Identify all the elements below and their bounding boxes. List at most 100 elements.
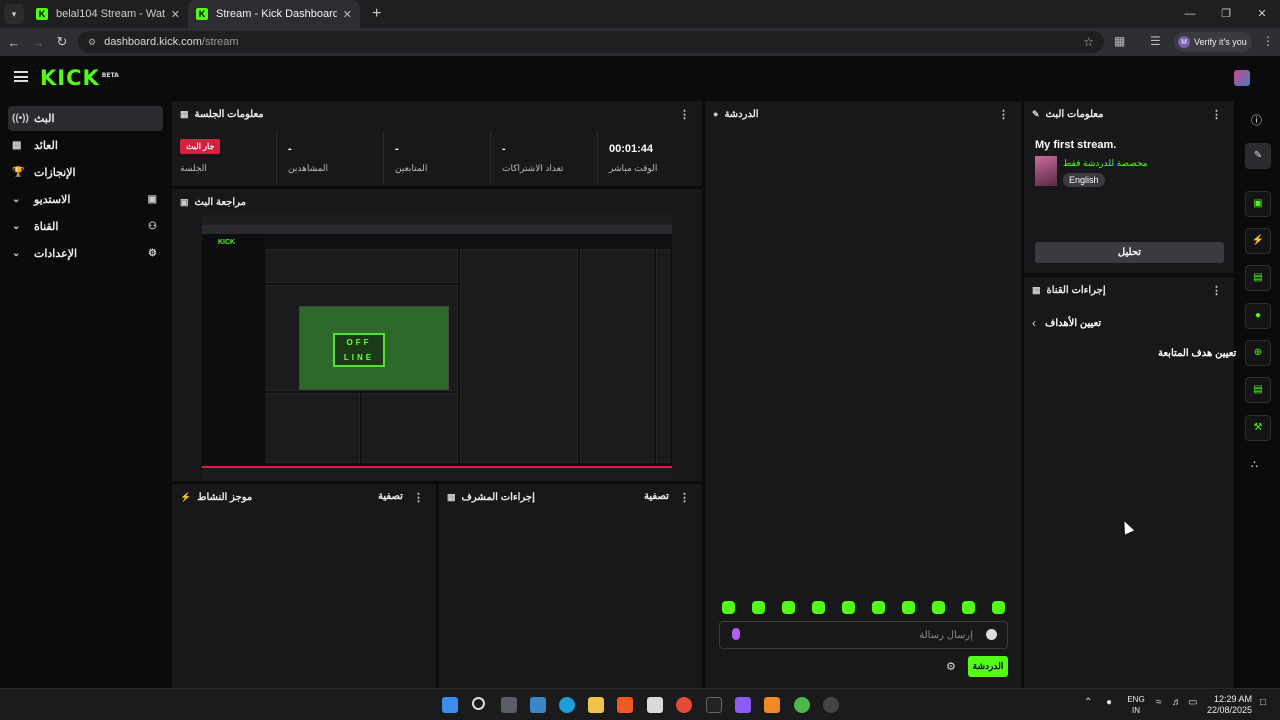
back-icon[interactable]: ← bbox=[2, 35, 26, 50]
restore-icon[interactable]: ❐ bbox=[1208, 0, 1244, 28]
viewers-stat: - المشاهدين bbox=[278, 131, 384, 185]
bookmark-star-icon[interactable]: ☆ bbox=[1083, 35, 1094, 49]
tab-kick-dashboard[interactable]: K Stream - Kick Dashboard ✕ bbox=[188, 0, 360, 28]
task-view-icon[interactable] bbox=[501, 697, 517, 713]
sidebar-item-settings[interactable]: ⌄ الإعدادات ⚙ bbox=[8, 241, 163, 266]
set-goals-header[interactable]: تعيين الأهداف bbox=[1045, 318, 1101, 329]
emote-icon[interactable] bbox=[962, 601, 975, 614]
close-tab-icon[interactable]: ✕ bbox=[171, 8, 180, 21]
sidebar-item-achievements[interactable]: 🏆 الإنجازات bbox=[8, 160, 163, 185]
chat-settings-icon[interactable]: ⚙ bbox=[946, 660, 956, 673]
sidebar-item-studio[interactable]: ⌄ الاستديو ▣ bbox=[8, 187, 163, 212]
broadcast-icon[interactable]: ⊕ bbox=[1245, 340, 1271, 366]
store-icon[interactable] bbox=[647, 697, 663, 713]
panel-menu-icon[interactable]: ⋮ bbox=[679, 491, 690, 504]
preview-offline-sign: OFF LINE bbox=[333, 333, 385, 367]
emote-icon[interactable] bbox=[992, 601, 1005, 614]
app-a-icon[interactable] bbox=[764, 697, 780, 713]
channel-actions-icon: ▦ bbox=[1032, 284, 1041, 295]
tab-belal104-stream[interactable]: K belal104 Stream - Watch Live o ✕ bbox=[28, 0, 188, 28]
emote-icon[interactable] bbox=[872, 601, 885, 614]
site-info-icon[interactable]: ⚙ bbox=[88, 37, 96, 48]
stream-preview-video[interactable]: KICK OFF LINE bbox=[202, 215, 672, 480]
set-follow-goal-item[interactable]: تعيين هدف المتابعة bbox=[1158, 348, 1236, 359]
user-avatar[interactable] bbox=[1234, 70, 1250, 86]
search-icon[interactable] bbox=[472, 697, 485, 710]
emote-icon[interactable] bbox=[812, 601, 825, 614]
emote-icon[interactable] bbox=[752, 601, 765, 614]
studio-icon: ▣ bbox=[147, 194, 157, 205]
chat-message-input[interactable]: إرسال رسالة bbox=[719, 621, 1008, 649]
microphone-tray-icon[interactable]: ● bbox=[1106, 697, 1112, 708]
widgets-icon[interactable] bbox=[530, 697, 546, 713]
sidebar-item-stream[interactable]: ((•)) البث bbox=[8, 106, 163, 131]
panel-menu-icon[interactable]: ⋮ bbox=[998, 108, 1009, 121]
chevron-up-icon[interactable]: ⌃ bbox=[1084, 697, 1092, 708]
copilot-icon[interactable] bbox=[735, 697, 751, 713]
emoji-picker-icon[interactable] bbox=[986, 629, 997, 640]
emote-icon[interactable] bbox=[782, 601, 795, 614]
mod-actions-icon: ▦ bbox=[447, 491, 456, 502]
tab-search-icon[interactable]: ▾ bbox=[4, 4, 24, 24]
sidebar-item-revenue[interactable]: ▦ العائد bbox=[8, 133, 163, 158]
language-tag: English bbox=[1063, 173, 1105, 187]
emote-icon[interactable] bbox=[842, 601, 855, 614]
emote-icon[interactable] bbox=[932, 601, 945, 614]
brave-icon[interactable] bbox=[617, 697, 633, 713]
edit-pencil-icon: ✎ bbox=[1032, 108, 1040, 119]
browser-menu-icon[interactable]: ⋮ bbox=[1262, 34, 1274, 48]
document-icon[interactable]: ▤ bbox=[1245, 265, 1271, 291]
panel-menu-icon[interactable]: ⋮ bbox=[1211, 284, 1222, 297]
volume-icon[interactable]: ♬ bbox=[1172, 697, 1182, 708]
windows-start-icon[interactable] bbox=[442, 697, 458, 713]
panel-menu-icon[interactable]: ⋮ bbox=[1211, 108, 1222, 121]
info-icon[interactable]: ⓘ bbox=[1251, 112, 1262, 128]
close-tab-icon[interactable]: ✕ bbox=[343, 8, 352, 21]
reload-icon[interactable]: ↻ bbox=[50, 34, 74, 50]
chrome-profile-icon[interactable] bbox=[794, 697, 810, 713]
close-window-icon[interactable]: ✕ bbox=[1244, 0, 1280, 28]
panel-menu-icon[interactable]: ⋮ bbox=[413, 491, 424, 504]
lightning-icon[interactable]: ⚡ bbox=[1245, 228, 1271, 254]
microphone-icon[interactable] bbox=[732, 628, 740, 640]
forward-icon[interactable]: → bbox=[26, 35, 50, 50]
panel-title: معلومات البث bbox=[1045, 108, 1104, 120]
profile-button[interactable]: M Verify it's you bbox=[1174, 32, 1252, 52]
file-explorer-icon[interactable] bbox=[588, 697, 604, 713]
emote-icon[interactable] bbox=[902, 601, 915, 614]
wifi-icon[interactable]: ≈ bbox=[1156, 697, 1162, 708]
battery-icon[interactable]: ▭ bbox=[1188, 697, 1197, 708]
minimize-icon[interactable]: — bbox=[1172, 0, 1208, 28]
wrench-icon[interactable]: ⚒ bbox=[1245, 415, 1271, 441]
media-controls-icon[interactable]: ☰ bbox=[1150, 34, 1161, 48]
system-clock[interactable]: 12:29 AM 22/08/2025 bbox=[1204, 694, 1252, 716]
connections-icon[interactable]: ∴ bbox=[1251, 458, 1258, 471]
edit-stream-info-button[interactable]: تحليل bbox=[1035, 242, 1224, 263]
chat-bubble-icon[interactable]: ● bbox=[1245, 303, 1271, 329]
hamburger-menu-icon[interactable] bbox=[14, 71, 28, 82]
kick-logo[interactable]: KICK BETA bbox=[40, 66, 119, 90]
address-bar[interactable]: ⚙ dashboard.kick.com/stream ☆ bbox=[78, 31, 1104, 53]
scan-icon[interactable]: ▣ bbox=[1245, 191, 1271, 217]
input-language[interactable]: ENG IN bbox=[1126, 694, 1146, 716]
panel-menu-icon[interactable]: ⋮ bbox=[679, 108, 690, 121]
gear-icon: ⚙ bbox=[148, 248, 157, 259]
extensions-icon[interactable]: ▦ bbox=[1114, 34, 1125, 48]
chrome-icon[interactable] bbox=[676, 697, 692, 713]
emote-icon[interactable] bbox=[722, 601, 735, 614]
new-tab-icon[interactable]: + bbox=[372, 5, 381, 23]
category-link[interactable]: مخصصة للدردشة فقط bbox=[1063, 158, 1148, 169]
sidebar-item-channel[interactable]: ⌄ القناة ⚇ bbox=[8, 214, 163, 239]
chevron-left-icon[interactable]: ‹ bbox=[1032, 316, 1036, 330]
edit-pencil-icon[interactable]: ✎ bbox=[1245, 143, 1271, 169]
filter-button[interactable]: تصفية bbox=[644, 491, 669, 502]
preview-sidebar bbox=[202, 234, 264, 464]
filter-button[interactable]: تصفية bbox=[378, 491, 403, 502]
chat-send-button[interactable]: الدردشة bbox=[968, 656, 1008, 677]
edge-icon[interactable] bbox=[559, 697, 575, 713]
layout-icon[interactable]: ▤ bbox=[1245, 377, 1271, 403]
obs-icon[interactable] bbox=[823, 697, 839, 713]
notifications-icon[interactable]: □ bbox=[1260, 697, 1266, 708]
live-badge: جار البث bbox=[180, 139, 221, 154]
tiktok-icon[interactable] bbox=[706, 697, 722, 713]
